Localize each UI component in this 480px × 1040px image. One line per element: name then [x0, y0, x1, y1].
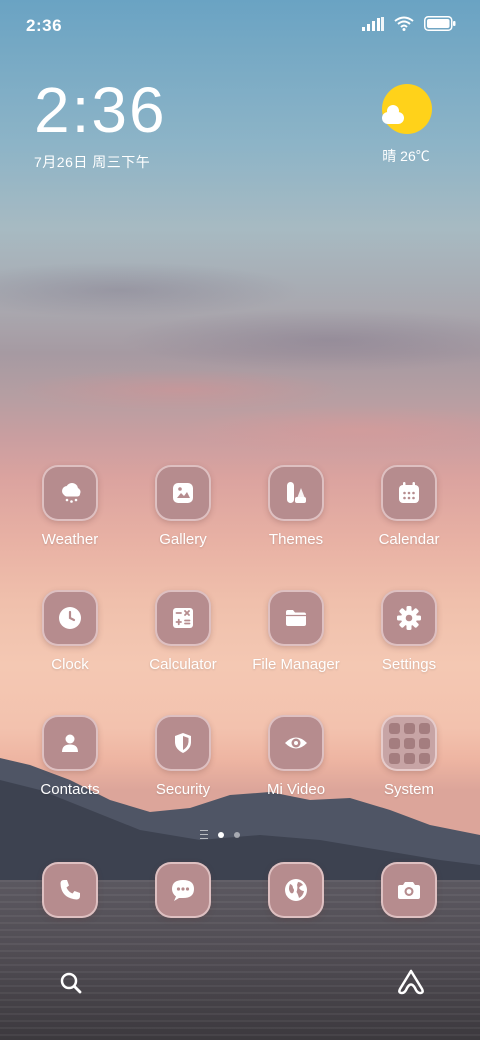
eye-icon: [268, 715, 324, 771]
dock-browser[interactable]: [240, 862, 352, 918]
status-time: 2:36: [26, 16, 63, 35]
bottom-bar: [0, 962, 480, 1006]
app-label: System: [383, 781, 434, 798]
gallery-icon: [155, 465, 211, 521]
sunny-partly-cloudy-icon: [380, 84, 432, 136]
dock-messages[interactable]: [127, 862, 239, 918]
app-contacts[interactable]: Contacts: [14, 715, 126, 798]
app-label: Clock: [51, 656, 89, 673]
app-label: Settings: [381, 656, 437, 673]
app-security[interactable]: Security: [127, 715, 239, 798]
weather-widget[interactable]: 晴 26℃: [366, 84, 446, 166]
weather-temperature: 26℃: [400, 148, 430, 164]
folder-icon: [268, 590, 324, 646]
app-file-manager[interactable]: File Manager: [240, 590, 352, 673]
app-label: File Manager: [252, 656, 340, 673]
status-bar: 2:36: [0, 0, 480, 50]
wallpaper-clouds: [0, 220, 480, 480]
camera-icon: [381, 862, 437, 918]
app-system-folder[interactable]: System: [353, 715, 465, 798]
weather-icon: [42, 465, 98, 521]
calendar-icon: [381, 465, 437, 521]
battery-icon: [424, 16, 456, 31]
app-label: Themes: [268, 531, 324, 548]
app-weather[interactable]: Weather: [14, 465, 126, 548]
folder-grid-icon: [381, 715, 437, 771]
dock-phone[interactable]: [14, 862, 126, 918]
app-gallery[interactable]: Gallery: [127, 465, 239, 548]
app-themes[interactable]: Themes: [240, 465, 352, 548]
all-pages-icon[interactable]: [200, 830, 208, 839]
app-clock[interactable]: Clock: [14, 590, 126, 673]
app-settings[interactable]: Settings: [353, 590, 465, 673]
search-icon[interactable]: [58, 970, 84, 996]
app-label: Gallery: [159, 531, 207, 548]
message-icon: [155, 862, 211, 918]
app-calendar[interactable]: Calendar: [353, 465, 465, 548]
themes-icon: [268, 465, 324, 521]
page-indicator[interactable]: [200, 830, 240, 839]
app-label: Security: [155, 781, 211, 798]
phone-icon: [42, 862, 98, 918]
app-label: Calculator: [149, 656, 217, 673]
shield-icon: [155, 715, 211, 771]
clock-date: 7月26日 周三下午: [34, 154, 151, 170]
dock-camera[interactable]: [353, 862, 465, 918]
calculator-icon: [155, 590, 211, 646]
weather-summary: 晴 26℃: [366, 146, 446, 166]
gear-icon: [381, 590, 437, 646]
browser-icon: [268, 862, 324, 918]
app-calculator[interactable]: Calculator: [127, 590, 239, 673]
clock-icon: [42, 590, 98, 646]
signal-icon: [362, 16, 384, 31]
person-icon: [42, 715, 98, 771]
app-label: Calendar: [378, 531, 440, 548]
weather-condition: 晴: [382, 148, 397, 164]
app-label: Weather: [41, 531, 99, 548]
app-mi-video[interactable]: Mi Video: [240, 715, 352, 798]
wifi-icon: [394, 16, 414, 31]
clock-widget[interactable]: 2:36 7月26日 周三下午: [34, 78, 167, 172]
clock-time: 2:36: [34, 74, 167, 146]
assistant-icon[interactable]: [396, 968, 426, 996]
page-dot-active[interactable]: [218, 831, 224, 838]
page-dot[interactable]: [234, 831, 240, 838]
app-label: Mi Video: [266, 781, 326, 798]
app-label: Contacts: [40, 781, 100, 798]
status-icons: [362, 16, 456, 31]
